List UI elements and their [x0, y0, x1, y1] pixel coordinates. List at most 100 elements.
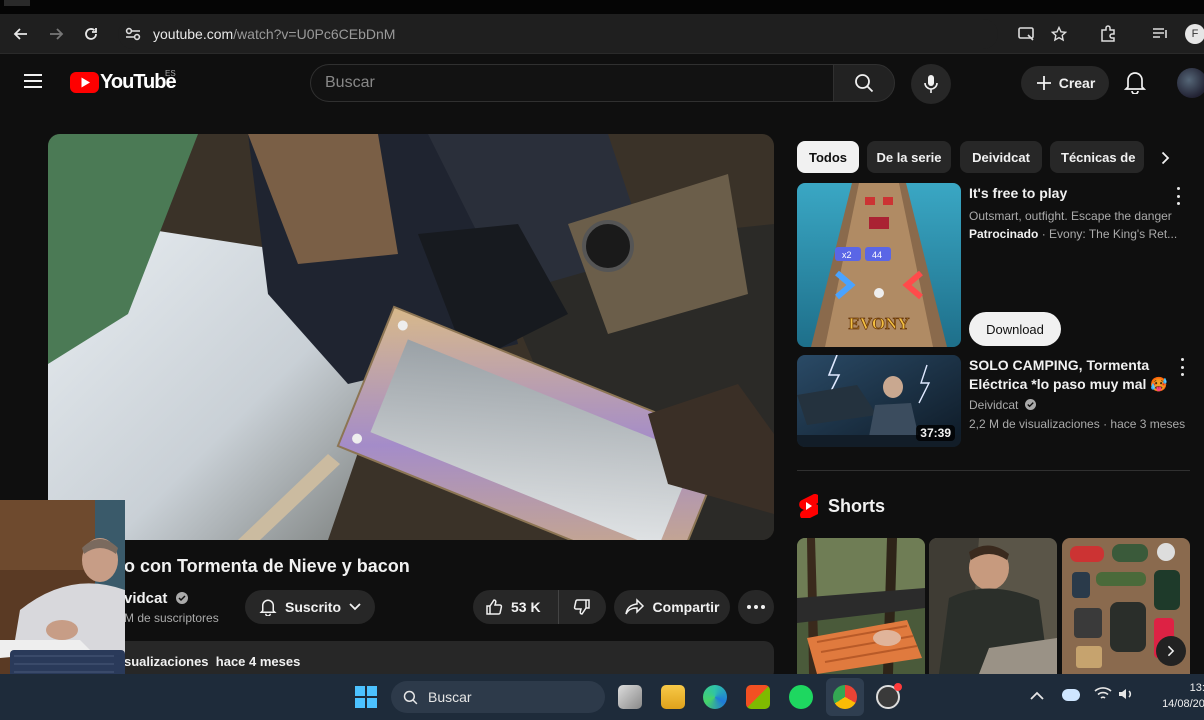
section-divider	[797, 470, 1190, 471]
site-settings-icon[interactable]	[124, 26, 142, 42]
chevron-up-icon	[1030, 691, 1044, 700]
profile-avatar[interactable]: F	[1185, 24, 1204, 44]
more-actions-button[interactable]	[738, 590, 774, 624]
channel-name[interactable]: vidcat	[124, 590, 188, 607]
volume-icon[interactable]	[1117, 686, 1135, 704]
video-player[interactable]	[48, 134, 774, 540]
edge-browser-icon[interactable]	[703, 685, 727, 709]
spotify-icon[interactable]	[789, 685, 813, 709]
youtube-play-icon	[70, 72, 99, 93]
bell-icon	[259, 599, 277, 616]
browser-toolbar: youtube.com/watch?v=U0Pc6CEbDnM F	[0, 14, 1204, 54]
recommended-stats: 2,2 M de visualizaciones · hace 3 meses	[969, 417, 1186, 431]
tray-overflow-button[interactable]	[1030, 688, 1046, 704]
notifications-button[interactable]	[1123, 70, 1150, 96]
create-button[interactable]: Crear	[1021, 66, 1109, 100]
ad-title[interactable]: It's free to play	[969, 185, 1067, 201]
tab-fragment[interactable]	[4, 0, 30, 6]
video-duration-badge: 37:39	[916, 425, 955, 441]
chrome-icon-wrapper[interactable]	[826, 678, 864, 716]
recommended-channel[interactable]: Deividcat	[969, 398, 1036, 412]
thumbs-down-icon	[573, 599, 590, 615]
chip-label: Técnicas de	[1061, 149, 1136, 165]
microsoft-store-icon[interactable]	[746, 685, 770, 709]
chips-next-button[interactable]	[1152, 145, 1178, 171]
recommended-menu-button[interactable]	[1177, 358, 1187, 376]
queue-music-icon	[1153, 28, 1167, 38]
url-host: youtube.com	[153, 26, 234, 42]
ad-thumbnail[interactable]: x2 44 EVONY	[797, 183, 961, 347]
reload-button[interactable]	[79, 22, 103, 46]
share-button[interactable]: Compartir	[614, 590, 730, 624]
youtube-header: YouTube ES Buscar Crear	[0, 54, 1204, 112]
sponsored-label: Patrocinado	[969, 227, 1039, 241]
recommended-title-line-2: Eléctrica *lo paso muy mal 🥵	[969, 375, 1169, 394]
short-1-art	[797, 538, 925, 674]
short-thumbnail-2[interactable]	[929, 538, 1057, 674]
media-controls-button[interactable]	[1149, 22, 1173, 46]
microphone-icon	[924, 75, 938, 93]
shorts-header: Shorts	[798, 494, 885, 518]
clock[interactable]: 13:3 14/08/202	[1151, 680, 1204, 712]
ad-number-text: 44	[872, 250, 882, 260]
chip-todos[interactable]: Todos	[797, 141, 859, 173]
recommended-title-line-1: SOLO CAMPING, Tormenta	[969, 357, 1150, 373]
forward-button[interactable]	[44, 22, 68, 46]
logo-region-code: ES	[165, 69, 176, 78]
ad-game-art: x2 44 EVONY	[797, 183, 961, 347]
chip-tecnicas-de[interactable]: Técnicas de	[1050, 141, 1144, 173]
guide-menu-button[interactable]	[22, 71, 48, 95]
chip-de-la-serie[interactable]: De la serie	[867, 141, 951, 173]
recommended-thumbnail[interactable]: 37:39	[797, 355, 961, 447]
puzzle-icon	[1101, 25, 1115, 42]
chip-label: Deividcat	[972, 149, 1030, 165]
file-explorer-icon[interactable]	[661, 685, 685, 709]
chip-deividcat[interactable]: Deividcat	[960, 141, 1042, 173]
chevron-right-icon	[1161, 151, 1169, 165]
ad-menu-button[interactable]	[1173, 187, 1183, 205]
download-label: Download	[986, 321, 1044, 337]
recommended-title[interactable]: SOLO CAMPING, Tormenta Eléctrica *lo pas…	[969, 356, 1169, 394]
arrow-left-icon	[13, 28, 27, 40]
ad-download-button[interactable]: Download	[969, 312, 1061, 346]
wifi-icon[interactable]	[1094, 686, 1112, 704]
taskbar-search[interactable]: Buscar	[391, 681, 605, 713]
search-input[interactable]: Buscar	[310, 64, 834, 102]
share-label: Compartir	[652, 599, 720, 615]
bell-icon	[1123, 72, 1147, 95]
task-view-icon[interactable]	[618, 685, 642, 709]
short-thumbnail-1[interactable]	[797, 538, 925, 674]
address-bar[interactable]: youtube.com/watch?v=U0Pc6CEbDnM	[118, 19, 998, 49]
more-dot	[754, 605, 758, 609]
video-title: o con Tormenta de Nieve y bacon	[124, 556, 410, 576]
reload-icon	[85, 28, 97, 40]
windows-taskbar: Buscar 13:3 14/08/202	[0, 674, 1204, 720]
subscriber-count: M de suscriptores	[124, 611, 219, 625]
subscribed-label: Suscrito	[284, 599, 341, 615]
verified-badge-icon	[175, 592, 188, 604]
chevron-down-icon	[349, 603, 361, 611]
voice-search-button[interactable]	[911, 64, 951, 104]
extensions-button[interactable]	[1096, 22, 1120, 46]
bookmark-button[interactable]	[1047, 22, 1071, 46]
short-2-art	[929, 538, 1057, 674]
like-dislike-group: 53 K	[473, 590, 606, 624]
shorts-logo-icon	[799, 494, 818, 518]
back-button[interactable]	[9, 22, 33, 46]
channel-name-text: vidcat	[124, 590, 168, 607]
subscribed-button[interactable]: Suscrito	[245, 590, 375, 624]
shorts-next-button[interactable]	[1156, 636, 1186, 666]
star-icon	[1051, 26, 1067, 42]
like-button[interactable]: 53 K	[473, 590, 559, 624]
chip-label: Todos	[808, 149, 848, 165]
recommended-channel-name: Deividcat	[969, 398, 1019, 412]
account-avatar[interactable]	[1177, 68, 1204, 98]
onedrive-icon[interactable]	[1062, 689, 1080, 701]
start-button[interactable]	[354, 685, 378, 709]
install-app-button[interactable]	[1015, 22, 1039, 46]
advertiser-name: Evony: The King's Ret...	[1049, 227, 1178, 241]
short-thumbnail-3[interactable]	[1062, 538, 1190, 674]
search-button[interactable]	[833, 64, 895, 102]
recommended-views: 2,2 M de visualizaciones	[969, 417, 1100, 431]
dislike-button[interactable]	[559, 590, 605, 624]
